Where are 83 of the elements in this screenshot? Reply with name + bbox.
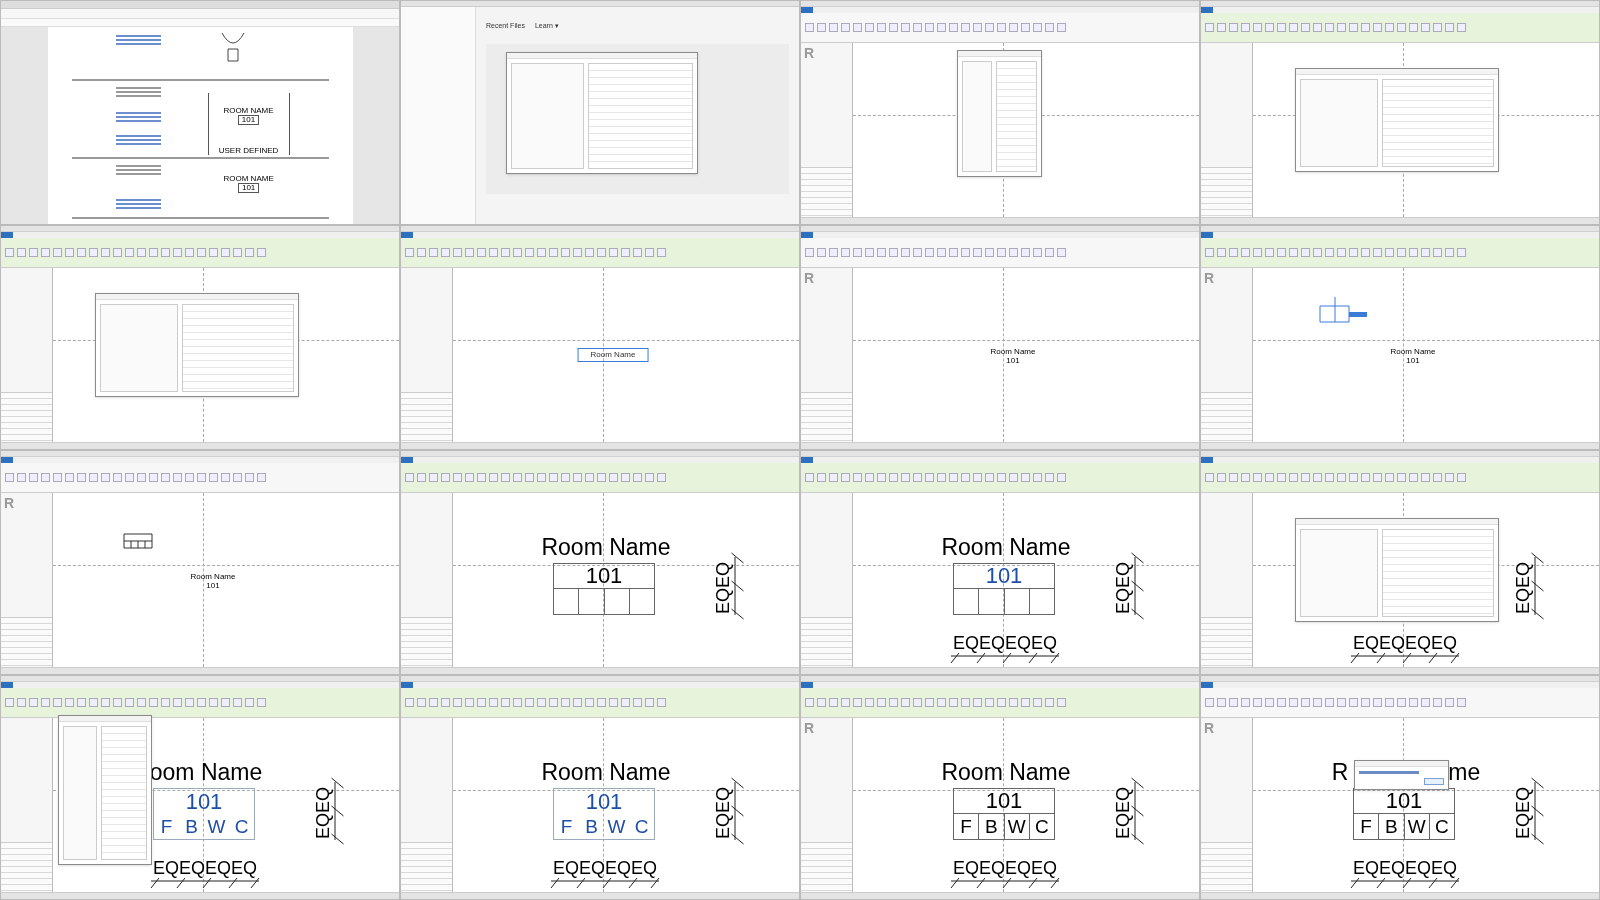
dimension-label: EQEQ: [1514, 562, 1532, 614]
finish-code-label: F: [560, 817, 573, 836]
grid-sketch-drawing: [1319, 296, 1369, 324]
paragraph-text-drawing: [115, 87, 161, 97]
dimension-label: EQEQ: [714, 787, 732, 839]
finish-code-label: C: [634, 817, 649, 836]
dimension-label: EQEQ: [1514, 787, 1532, 839]
paragraph-text-drawing: [115, 165, 161, 175]
room-name-label: Room Name: [941, 536, 1071, 559]
drawing-label: 101: [237, 183, 260, 193]
paragraph-text-drawing: [115, 135, 161, 145]
dimension-label: EQEQEQEQ: [1353, 634, 1457, 652]
finish-code-label: B: [985, 817, 998, 836]
room-name-label: Room Name: [190, 573, 236, 581]
finish-code-label: B: [585, 817, 598, 836]
dimension-line-drawing: [1531, 551, 1544, 621]
dimension-label: EQEQ: [314, 787, 332, 839]
finish-code-label: C: [1035, 817, 1049, 836]
dimension-label: EQEQEQEQ: [1353, 859, 1457, 877]
logo-letter: R: [804, 46, 816, 60]
finish-code-label: W: [1407, 817, 1426, 836]
project-browser-panel: [1201, 167, 1252, 217]
paragraph-text-drawing: [115, 35, 161, 45]
dimension-label: EQEQEQEQ: [953, 859, 1057, 877]
project-browser-panel: [1201, 617, 1252, 667]
finish-code-label: W: [1007, 817, 1026, 836]
drawing-label: USER DEFINED: [218, 147, 279, 155]
room-name-label: me: [1448, 761, 1481, 784]
finish-code-label: C: [234, 817, 249, 836]
dimension-label: EQEQEQEQ: [153, 859, 257, 877]
finish-code-label: W: [207, 817, 226, 836]
room-number-label: 101: [1006, 357, 1020, 365]
project-browser-panel: [1, 842, 52, 892]
logo-letter: R: [804, 271, 816, 285]
dimension-label: EQEQEQEQ: [553, 859, 657, 877]
room-number-label: 101: [585, 790, 623, 813]
project-browser-panel: [401, 842, 452, 892]
room-number-label: 101: [1385, 790, 1423, 812]
paragraph-text-drawing: [115, 199, 161, 209]
dimension-label: EQEQ: [714, 562, 732, 614]
finish-code-label: B: [1385, 817, 1398, 836]
dimension-line-drawing: [331, 776, 344, 846]
finish-code-label: F: [960, 817, 972, 836]
dimension-label: EQEQ: [1114, 562, 1132, 614]
dimension-line-drawing: [1131, 551, 1144, 621]
project-browser-panel: [1, 392, 52, 442]
dimension-line-drawing: [1531, 776, 1544, 846]
finish-code-label: F: [160, 817, 173, 836]
dimension-line-drawing: [731, 776, 744, 846]
paragraph-text-drawing: [115, 112, 161, 122]
dimension-line-drawing: [1131, 776, 1144, 846]
finish-code-label: F: [1360, 817, 1372, 836]
room-name-label: oom Name: [149, 761, 263, 784]
finish-code-label: B: [185, 817, 198, 836]
room-name-label: Room Name: [990, 348, 1036, 356]
logo-letter: R: [804, 721, 816, 735]
logo-letter: R: [4, 496, 16, 510]
room-name-label: Room Name: [577, 348, 649, 362]
dimension-label: EQEQEQEQ: [953, 634, 1057, 652]
room-number-label: 101: [985, 565, 1023, 587]
project-browser-panel: [401, 617, 452, 667]
room-name-label: Room Name: [1390, 348, 1436, 356]
table-sketch-drawing: [123, 533, 153, 549]
room-name-label: R: [1331, 761, 1349, 784]
drawing-label: ROOM NAME: [223, 175, 274, 183]
room-number-label: 101: [1406, 357, 1420, 365]
drawing-label: 101: [237, 115, 260, 125]
room-number-label: 101: [585, 565, 623, 587]
dimension-line-drawing: [731, 551, 744, 621]
drawing-label: ROOM NAME: [223, 107, 274, 115]
room-number-label: 101: [185, 790, 223, 813]
logo-letter: R: [1204, 271, 1216, 285]
dimension-label: EQEQ: [1114, 787, 1132, 839]
room-number-label: 101: [206, 582, 220, 590]
room-name-label: Room Name: [541, 761, 671, 784]
logo-letter: R: [1204, 721, 1216, 735]
project-browser-panel: [801, 617, 852, 667]
room-number-label: 101: [985, 790, 1023, 812]
room-name-label: Room Name: [541, 536, 671, 559]
project-browser-panel: [401, 392, 452, 442]
room-name-label: Room Name: [941, 761, 1071, 784]
finish-code-label: C: [1435, 817, 1449, 836]
finish-code-label: W: [607, 817, 626, 836]
